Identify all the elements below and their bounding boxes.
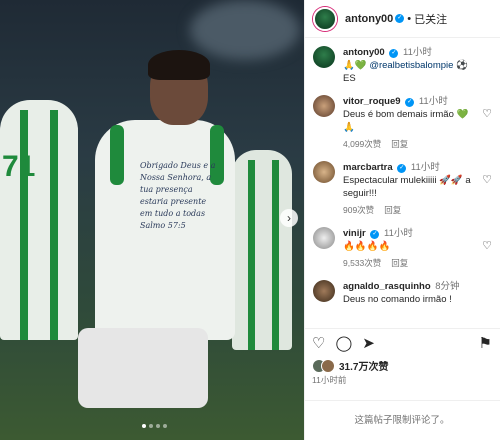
handwritten-shirt-message: Obrigado Deus e a Nossa Senhora, a tua p… bbox=[140, 161, 216, 230]
author-avatar[interactable] bbox=[313, 6, 337, 31]
comment-username[interactable]: vitor_roque9 bbox=[343, 96, 401, 107]
main-player-shorts bbox=[78, 328, 208, 408]
comment-likes[interactable]: 4,099次赞 bbox=[343, 139, 381, 149]
main-player-hair bbox=[148, 50, 210, 80]
comment-time: 11小时 bbox=[383, 228, 413, 239]
follow-status[interactable]: 已关注 bbox=[414, 11, 447, 27]
heart-icon[interactable]: ♡ bbox=[482, 239, 492, 252]
likes-summary[interactable]: 31.7万次赞 bbox=[312, 358, 388, 373]
comment-likes[interactable]: 9,533次赞 bbox=[343, 258, 381, 268]
post-photo[interactable]: 71 Obrigado Deus e a Nossa Senhora, a tu… bbox=[0, 0, 304, 440]
comment-username[interactable]: marcbartra bbox=[343, 162, 393, 173]
comment-icon[interactable]: ◯ bbox=[335, 334, 352, 352]
teammate-left-stripe bbox=[20, 110, 28, 340]
reply-button[interactable]: 回复 bbox=[391, 139, 408, 149]
carousel-dot bbox=[142, 424, 146, 428]
teammate-left-stripe bbox=[50, 110, 58, 340]
post-actions-bar: ♡ ◯ ➤ ⚑ bbox=[304, 328, 500, 356]
caption-avatar[interactable] bbox=[313, 46, 335, 68]
stadium-lights bbox=[190, 0, 300, 60]
comment-text: Deus no comando irmão ! bbox=[343, 294, 452, 305]
comment-username[interactable]: agnaldo_rasquinho bbox=[343, 281, 431, 292]
caption-emojis: 🙏💚 bbox=[343, 60, 367, 71]
comment-time: 8分钟 bbox=[435, 281, 460, 292]
teammate-right-stripe bbox=[248, 160, 255, 350]
header-separator: • bbox=[407, 12, 412, 25]
commenter-avatar[interactable] bbox=[313, 161, 335, 183]
caption: antony00 ✓ 11小时 🙏💚 @realbetisbalompie ⚽E… bbox=[313, 46, 492, 85]
bookmark-icon[interactable]: ⚑ bbox=[479, 334, 492, 352]
liker-avatar bbox=[321, 358, 335, 373]
likes-count[interactable]: 31.7万次赞 bbox=[339, 358, 388, 373]
comment-item: vitor_roque9 ✓ 11小时 Deus é bom demais ir… bbox=[313, 95, 492, 151]
verified-badge-icon: ✓ bbox=[405, 98, 415, 107]
commenter-avatar[interactable] bbox=[313, 280, 335, 302]
player-number: 71 bbox=[2, 150, 36, 183]
teammate-right-stripe bbox=[272, 160, 279, 350]
comment-text: Deus é bom demais irmão 💚🙏 bbox=[343, 109, 469, 133]
comment-item: marcbartra ✓ 11小时 Espectacular mulekiiii… bbox=[313, 161, 492, 217]
reply-button[interactable]: 回复 bbox=[391, 258, 408, 268]
verified-badge-icon: ✓ bbox=[370, 230, 380, 239]
reply-button[interactable]: 回复 bbox=[384, 205, 401, 215]
verified-badge-icon: ✓ bbox=[397, 164, 407, 173]
comment-item: vinijr ✓ 11小时 🔥🔥🔥🔥 9,533次赞 回复 ♡ bbox=[313, 227, 492, 270]
caption-mention[interactable]: @realbetisbalompie bbox=[369, 60, 453, 71]
comment-list: antony00 ✓ 11小时 🙏💚 @realbetisbalompie ⚽E… bbox=[305, 38, 500, 306]
comment-text: Espectacular mulekiiiii 🚀🚀 a seguir!!! bbox=[343, 175, 471, 199]
comment-username[interactable]: vinijr bbox=[343, 228, 366, 239]
carousel-dot bbox=[163, 424, 167, 428]
verified-badge-icon: ✓ bbox=[395, 14, 405, 23]
teammate-right bbox=[232, 150, 292, 350]
heart-icon[interactable]: ♡ bbox=[312, 334, 325, 352]
carousel-dot bbox=[149, 424, 153, 428]
comment-time: 11小时 bbox=[410, 162, 440, 173]
comment-likes[interactable]: 909次赞 bbox=[343, 205, 374, 215]
teammate-left bbox=[0, 100, 78, 340]
post-timestamp: 11小时前 bbox=[312, 375, 347, 385]
next-image-button[interactable]: › bbox=[280, 209, 298, 227]
comment-item: agnaldo_rasquinho 8分钟 Deus no comando ir… bbox=[313, 280, 492, 306]
author-username[interactable]: antony00 bbox=[345, 13, 393, 25]
comment-text: 🔥🔥🔥🔥 bbox=[343, 241, 391, 252]
caption-username[interactable]: antony00 bbox=[343, 47, 385, 58]
comments-disabled-notice: 这篇帖子限制评论了。 bbox=[304, 400, 500, 440]
commenter-avatar[interactable] bbox=[313, 227, 335, 249]
commenter-avatar[interactable] bbox=[313, 95, 335, 117]
post-header: antony00 ✓ • 已关注 bbox=[305, 0, 500, 38]
heart-icon[interactable]: ♡ bbox=[482, 173, 492, 186]
carousel-dot bbox=[156, 424, 160, 428]
verified-badge-icon: ✓ bbox=[389, 49, 399, 58]
carousel-dots bbox=[142, 424, 167, 428]
send-icon[interactable]: ➤ bbox=[362, 334, 375, 352]
shirt-stripe bbox=[110, 125, 124, 185]
heart-icon[interactable]: ♡ bbox=[482, 107, 492, 120]
caption-time: 11小时 bbox=[403, 47, 432, 58]
comment-time: 11小时 bbox=[418, 96, 448, 107]
